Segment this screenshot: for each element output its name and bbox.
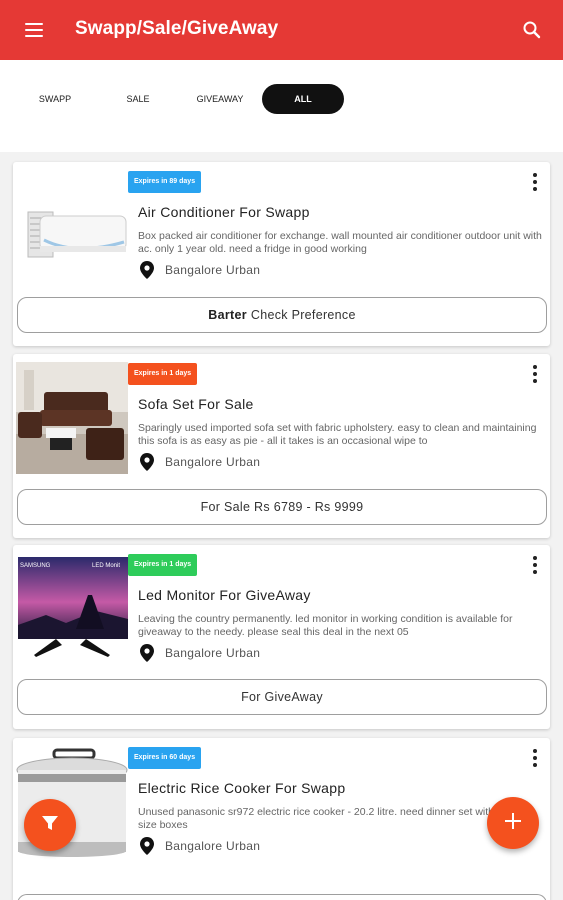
page-title: Swapp/Sale/GiveAway bbox=[75, 18, 279, 39]
listing-card[interactable]: Expires in 1 days Sofa Set For Sale Spar… bbox=[13, 354, 550, 538]
listing-title: Air Conditioner For Swapp bbox=[138, 204, 310, 220]
tab-giveaway[interactable]: GIVEAWAY bbox=[185, 84, 255, 114]
barter-label: Barter bbox=[208, 308, 247, 322]
search-icon[interactable] bbox=[519, 17, 545, 43]
add-listing-button[interactable] bbox=[487, 797, 539, 849]
listing-card[interactable]: Expires in 60 days Electric Rice Cooker … bbox=[13, 738, 550, 900]
location-pin-icon bbox=[140, 453, 154, 471]
tab-all[interactable]: ALL bbox=[262, 84, 344, 114]
expiry-badge: Expires in 1 days bbox=[128, 554, 198, 576]
sofa-set-image bbox=[16, 362, 128, 474]
listing-description: Box packed air conditioner for exchange.… bbox=[138, 230, 542, 255]
listing-location: Bangalore Urban bbox=[165, 263, 261, 277]
listing-title: Sofa Set For Sale bbox=[138, 396, 254, 412]
listing-description: Unused panasonic sr972 electric rice coo… bbox=[138, 806, 535, 831]
listing-card[interactable]: SAMSUNG LED Monit Expires in 1 days Led … bbox=[13, 545, 550, 729]
action-label: For GiveAway bbox=[241, 690, 323, 704]
listing-action-button[interactable] bbox=[17, 894, 547, 900]
listing-card[interactable]: Expires in 89 days Air Conditioner For S… bbox=[13, 162, 550, 346]
action-label: Check Preference bbox=[250, 308, 356, 322]
location-pin-icon bbox=[140, 644, 154, 662]
tab-swapp[interactable]: SWAPP bbox=[25, 84, 85, 114]
more-options-icon[interactable] bbox=[528, 748, 542, 768]
for-sale-price-button[interactable]: For Sale Rs 6789 - Rs 9999 bbox=[17, 489, 547, 525]
category-tabs: SWAPP SALE GIVEAWAY ALL bbox=[0, 60, 563, 152]
more-options-icon[interactable] bbox=[528, 555, 542, 575]
listing-description: Sparingly used imported sofa set with fa… bbox=[138, 422, 537, 447]
for-giveaway-button[interactable]: For GiveAway bbox=[17, 679, 547, 715]
plus-icon bbox=[504, 812, 522, 835]
expiry-badge: Expires in 89 days bbox=[128, 171, 202, 193]
monitor-label-text: LED Monit bbox=[92, 563, 120, 569]
tab-sale[interactable]: SALE bbox=[110, 84, 166, 114]
barter-check-preference-button[interactable]: Barter Check Preference bbox=[17, 297, 547, 333]
air-conditioner-image bbox=[16, 172, 128, 284]
filter-button[interactable] bbox=[24, 799, 76, 851]
listing-location: Bangalore Urban bbox=[165, 455, 261, 469]
listing-description: Leaving the country permanently. led mon… bbox=[138, 613, 513, 638]
expiry-badge: Expires in 60 days bbox=[128, 747, 202, 769]
action-label: For Sale Rs 6789 - Rs 9999 bbox=[200, 500, 364, 514]
app-bar: Swapp/Sale/GiveAway bbox=[0, 0, 563, 60]
hamburger-menu-icon[interactable] bbox=[20, 18, 50, 42]
listing-location: Bangalore Urban bbox=[165, 646, 261, 660]
filter-icon bbox=[41, 814, 59, 837]
led-monitor-image: SAMSUNG LED Monit bbox=[16, 553, 128, 665]
listing-title: Electric Rice Cooker For Swapp bbox=[138, 780, 346, 796]
more-options-icon[interactable] bbox=[528, 364, 542, 384]
monitor-brand-text: SAMSUNG bbox=[20, 563, 51, 569]
location-pin-icon bbox=[140, 261, 154, 279]
listing-title: Led Monitor For GiveAway bbox=[138, 587, 311, 603]
expiry-badge: Expires in 1 days bbox=[128, 363, 198, 385]
listing-location: Bangalore Urban bbox=[165, 839, 261, 853]
location-pin-icon bbox=[140, 837, 154, 855]
more-options-icon[interactable] bbox=[528, 172, 542, 192]
